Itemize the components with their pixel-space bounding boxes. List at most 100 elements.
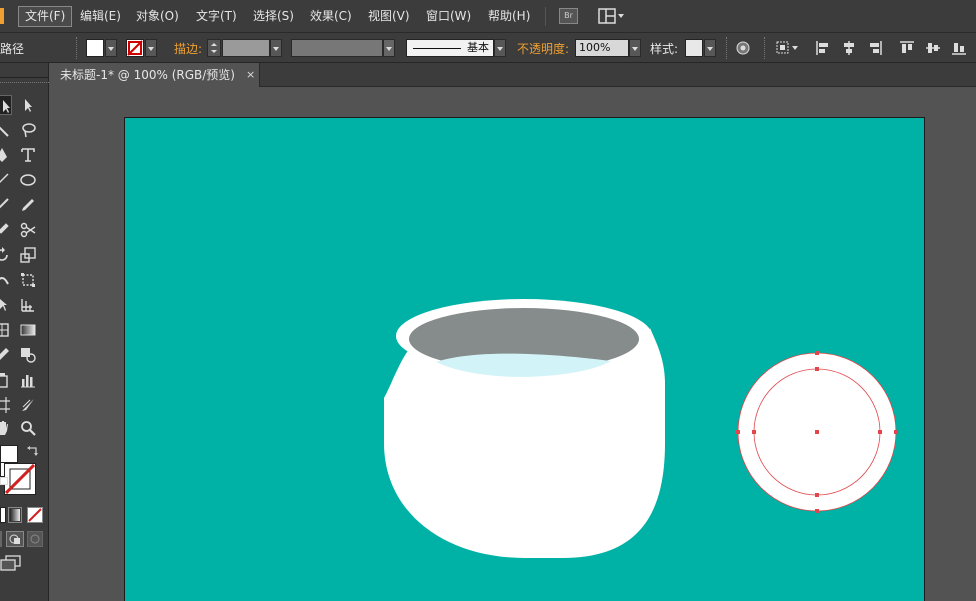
draw-behind-icon[interactable] xyxy=(6,531,24,547)
control-bar-grip-3 xyxy=(764,37,766,59)
mesh-tool-icon[interactable] xyxy=(0,320,12,340)
menu-file[interactable]: 文件(F) xyxy=(18,6,73,27)
stroke-weight-stepper[interactable] xyxy=(207,39,221,57)
rotate-tool-icon[interactable] xyxy=(0,245,12,265)
pen-tool-icon[interactable] xyxy=(0,145,12,165)
gradient-mode-icon[interactable] xyxy=(8,507,22,523)
direct-selection-tool-icon[interactable] xyxy=(18,95,38,115)
menu-edit[interactable]: 编辑(E) xyxy=(74,6,127,27)
opacity-input[interactable]: 100% xyxy=(575,39,629,57)
align-bottom-icon[interactable] xyxy=(952,41,966,55)
tools-panel xyxy=(0,63,49,601)
stroke-weight-input[interactable] xyxy=(222,39,270,57)
scale-tool-icon[interactable] xyxy=(18,245,38,265)
align-right-icon[interactable] xyxy=(868,41,882,55)
bridge-icon[interactable]: Br xyxy=(559,8,578,24)
align-horizontal-center-icon[interactable] xyxy=(842,41,856,55)
default-colors-icon[interactable] xyxy=(0,477,8,485)
selected-circles-group[interactable] xyxy=(736,351,898,513)
swap-fill-stroke-icon[interactable] xyxy=(26,445,40,457)
opacity-dropdown[interactable] xyxy=(629,39,641,57)
document-tab[interactable]: 未标题-1* @ 100% (RGB/预览) × xyxy=(50,63,260,87)
pencil-tool-icon[interactable] xyxy=(18,195,38,215)
ellipse-tool-icon[interactable] xyxy=(18,170,38,190)
workspace-switcher-icon[interactable] xyxy=(598,8,626,24)
slice-tool-icon[interactable] xyxy=(18,395,38,415)
fill-swatch[interactable] xyxy=(86,39,104,57)
menu-select[interactable]: 选择(S) xyxy=(247,6,300,27)
menu-effect[interactable]: 效果(C) xyxy=(304,6,358,27)
anchor-point[interactable] xyxy=(878,430,882,434)
column-graph-tool-icon[interactable] xyxy=(18,370,38,390)
stroke-color-box[interactable] xyxy=(4,463,36,495)
stroke-weight-dropdown[interactable] xyxy=(270,39,282,57)
menu-help[interactable]: 帮助(H) xyxy=(482,6,536,27)
tools-panel-header[interactable] xyxy=(0,77,49,83)
blend-tool-icon[interactable] xyxy=(18,345,38,365)
screen-mode-icon[interactable] xyxy=(0,555,22,573)
menu-type[interactable]: 文字(T) xyxy=(190,6,243,27)
recolor-artwork-icon[interactable] xyxy=(736,41,750,55)
eyedropper-tool-icon[interactable] xyxy=(0,345,12,365)
fill-dropdown[interactable] xyxy=(105,39,117,57)
no-stroke-icon xyxy=(127,40,143,56)
anchor-point[interactable] xyxy=(815,493,819,497)
line-segment-tool-icon[interactable] xyxy=(0,170,12,190)
control-bar-grip[interactable] xyxy=(76,37,78,59)
perspective-grid-tool-icon[interactable] xyxy=(18,295,38,315)
align-top-icon[interactable] xyxy=(900,41,914,55)
control-bar-grip-2 xyxy=(726,37,728,59)
magic-wand-tool-icon[interactable] xyxy=(0,120,12,140)
center-point[interactable] xyxy=(815,430,819,434)
blob-brush-tool-icon[interactable] xyxy=(0,220,12,240)
paintbrush-tool-icon[interactable] xyxy=(0,195,12,215)
symbol-sprayer-tool-icon[interactable] xyxy=(0,370,12,390)
align-left-icon[interactable] xyxy=(816,41,830,55)
none-mode-icon[interactable] xyxy=(27,507,43,523)
gradient-tool-icon[interactable] xyxy=(18,320,38,340)
variable-width-dropdown[interactable] xyxy=(383,39,395,57)
canvas-area[interactable] xyxy=(50,88,976,601)
stroke-swatch[interactable] xyxy=(126,39,144,57)
anchor-point[interactable] xyxy=(815,351,819,355)
draw-inside-icon[interactable] xyxy=(27,531,43,547)
variable-width-profile[interactable] xyxy=(291,39,383,57)
fill-color-swatch[interactable] xyxy=(0,445,18,463)
zoom-tool-icon[interactable] xyxy=(18,418,38,438)
selection-tool-icon[interactable] xyxy=(0,95,12,115)
menu-view[interactable]: 视图(V) xyxy=(362,6,416,27)
shape-builder-tool-icon[interactable] xyxy=(0,295,12,315)
stroke-label[interactable]: 描边: xyxy=(174,40,202,57)
opacity-label[interactable]: 不透明度: xyxy=(517,40,569,57)
artwork[interactable] xyxy=(125,118,926,601)
type-tool-icon[interactable] xyxy=(18,145,38,165)
graphic-style-label: 样式: xyxy=(650,42,679,56)
app-logo xyxy=(0,8,4,24)
anchor-point[interactable] xyxy=(736,430,740,434)
align-to-icon[interactable] xyxy=(776,41,800,55)
draw-normal-icon[interactable] xyxy=(0,531,2,547)
lasso-tool-icon[interactable] xyxy=(18,120,38,140)
anchor-point[interactable] xyxy=(815,509,819,513)
width-tool-icon[interactable] xyxy=(0,270,12,290)
close-tab-icon[interactable]: × xyxy=(246,63,258,87)
document-tab-title: 未标题-1* @ 100% (RGB/预览) xyxy=(60,68,235,82)
scissors-tool-icon[interactable] xyxy=(18,220,38,240)
brush-definition[interactable]: 基本 xyxy=(406,39,494,57)
control-bar: 路径 描边: 基本 不透明度: 100% 样式: xyxy=(0,33,976,63)
graphic-style-dropdown[interactable] xyxy=(704,39,716,57)
color-mode-icon[interactable] xyxy=(0,507,6,523)
align-vertical-center-icon[interactable] xyxy=(926,41,940,55)
anchor-point[interactable] xyxy=(894,430,898,434)
graphic-style-swatch[interactable] xyxy=(685,39,703,57)
hand-tool-icon[interactable] xyxy=(0,418,12,438)
free-transform-tool-icon[interactable] xyxy=(18,270,38,290)
stroke-dropdown[interactable] xyxy=(145,39,157,57)
anchor-point[interactable] xyxy=(815,367,819,371)
anchor-point[interactable] xyxy=(752,430,756,434)
artboard-tool-icon[interactable] xyxy=(0,395,12,415)
menu-window[interactable]: 窗口(W) xyxy=(420,6,477,27)
brush-definition-dropdown[interactable] xyxy=(494,39,506,57)
artboard[interactable] xyxy=(124,117,925,601)
menu-object[interactable]: 对象(O) xyxy=(130,6,185,27)
